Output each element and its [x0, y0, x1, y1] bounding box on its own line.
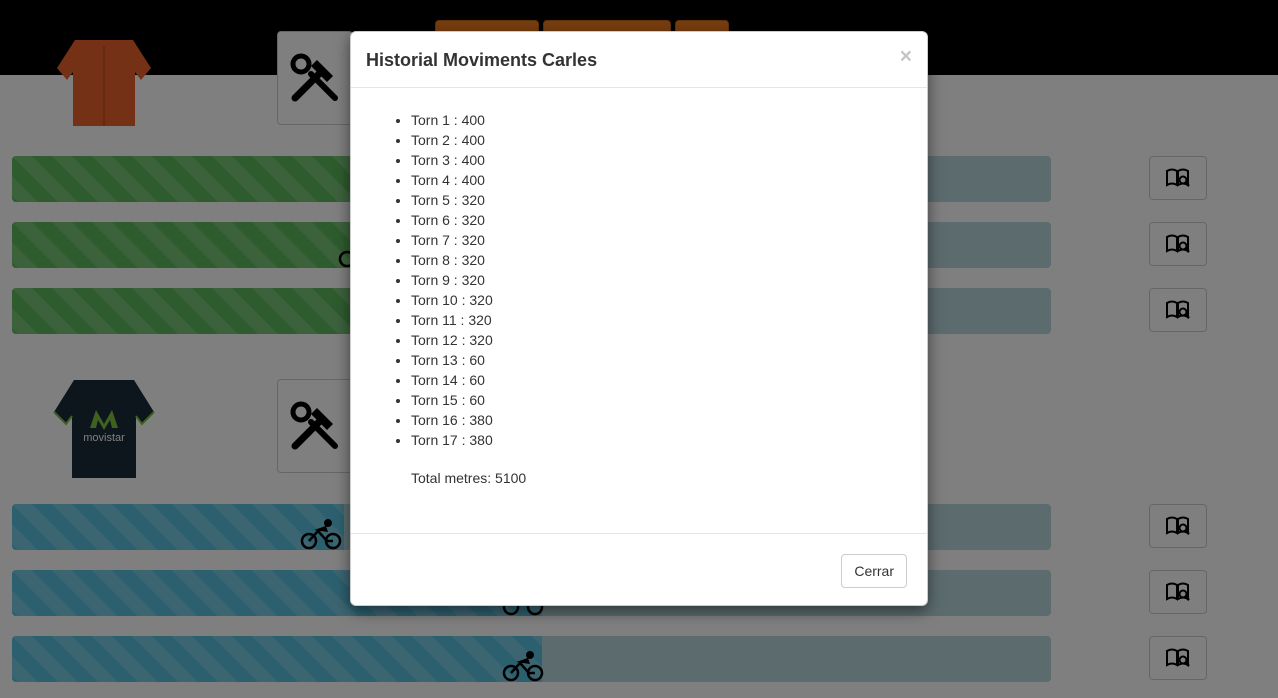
list-item: Torn 6 : 320: [411, 210, 493, 230]
list-item: Torn 3 : 400: [411, 150, 493, 170]
list-item: Torn 7 : 320: [411, 230, 493, 250]
list-item: Torn 1 : 400: [411, 110, 493, 130]
list-item: Torn 9 : 320: [411, 270, 493, 290]
list-item: Torn 8 : 320: [411, 250, 493, 270]
history-modal: Historial Moviments Carles × Torn 1 : 40…: [350, 31, 928, 606]
list-item: Torn 13 : 60: [411, 350, 493, 370]
close-button[interactable]: Cerrar: [841, 554, 907, 588]
list-item: Torn 14 : 60: [411, 370, 493, 390]
modal-title: Historial Moviments Carles: [366, 50, 598, 70]
list-item: Torn 4 : 400: [411, 170, 493, 190]
list-item: Torn 5 : 320: [411, 190, 493, 210]
list-item: Torn 11 : 320: [411, 310, 493, 330]
list-item: Torn 16 : 380: [411, 410, 493, 430]
list-item: Torn 2 : 400: [411, 130, 493, 150]
list-item: Torn 17 : 380: [411, 430, 493, 450]
modal-body: Torn 1 : 400 Torn 2 : 400 Torn 3 : 400 T…: [351, 89, 927, 533]
list-item: Torn 12 : 320: [411, 330, 493, 350]
total-metres: Total metres: 5100: [411, 470, 527, 486]
modal-footer: Cerrar: [351, 533, 927, 605]
list-item: Torn 10 : 320: [411, 290, 493, 310]
list-item: Torn 15 : 60: [411, 390, 493, 410]
close-icon[interactable]: ×: [900, 46, 912, 67]
moves-list: Torn 1 : 400 Torn 2 : 400 Torn 3 : 400 T…: [411, 110, 493, 450]
modal-header: Historial Moviments Carles ×: [351, 32, 927, 88]
